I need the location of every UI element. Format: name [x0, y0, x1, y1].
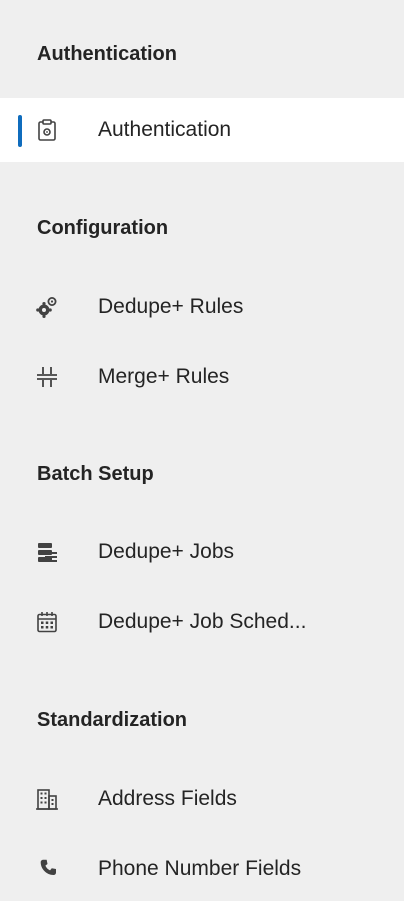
section-header-authentication: Authentication	[37, 43, 177, 65]
gears-icon	[36, 297, 57, 318]
nav-item-merge-rules[interactable]: Merge+ Rules	[0, 345, 404, 409]
nav-item-authentication[interactable]: Authentication	[0, 98, 404, 162]
nav-item-label: Merge+ Rules	[98, 365, 230, 388]
building-icon	[36, 789, 58, 810]
clipboard-settings-icon	[38, 119, 56, 141]
section-header-standardization: Standardization	[37, 709, 188, 731]
nav-item-label: Dedupe+ Job Sched...	[98, 610, 307, 633]
selected-indicator	[18, 115, 22, 147]
nav-item-label: Phone Number Fields	[98, 857, 302, 880]
phone-icon	[40, 859, 56, 875]
nav-item-label: Dedupe+ Jobs	[98, 540, 235, 563]
merge-icon	[37, 367, 57, 387]
nav-item-phone-number-fields[interactable]: Phone Number Fields	[0, 837, 404, 901]
sidebar-nav: Authentication Authentication Configurat…	[0, 0, 404, 895]
section-header-configuration: Configuration	[37, 217, 169, 239]
database-list-icon	[38, 543, 57, 562]
nav-item-dedupe-jobs[interactable]: Dedupe+ Jobs	[0, 520, 404, 584]
calendar-icon	[37, 612, 57, 633]
nav-item-address-fields[interactable]: Address Fields	[0, 767, 404, 831]
nav-item-dedupe-job-schedule[interactable]: Dedupe+ Job Sched...	[0, 590, 404, 654]
section-header-batch-setup: Batch Setup	[37, 463, 154, 485]
nav-item-label: Authentication	[98, 118, 232, 141]
nav-item-dedupe-rules[interactable]: Dedupe+ Rules	[0, 275, 404, 339]
nav-item-label: Address Fields	[98, 787, 237, 810]
nav-item-label: Dedupe+ Rules	[98, 295, 244, 318]
